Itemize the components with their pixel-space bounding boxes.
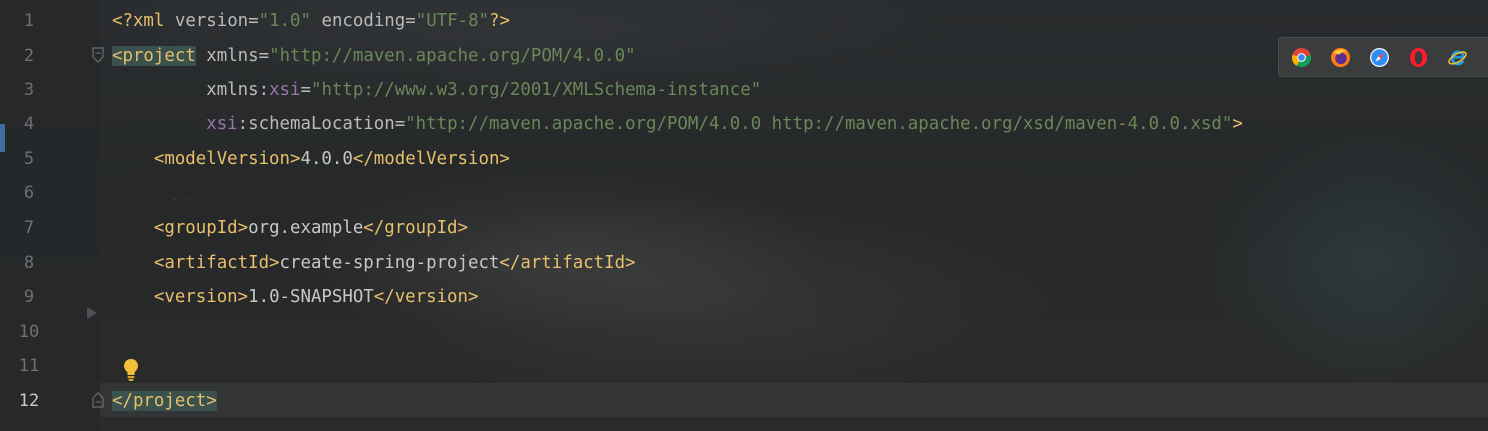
project-close-tag: </project> <box>112 391 217 411</box>
close-tag: </version> <box>373 287 479 307</box>
open-tag: <version> <box>153 287 249 307</box>
equals: = <box>248 11 259 31</box>
open-tag: <groupId> <box>153 218 249 238</box>
attr-name: xmlns <box>206 46 259 66</box>
xml-pi-open: <?xml <box>112 11 165 31</box>
line-number-gutter[interactable]: 1 2 3 4 5 6 7 8 9 10 11 12 <box>0 0 100 431</box>
tag-text: 4.0.0 <box>300 149 353 169</box>
code-line-1[interactable]: <?xml version="1.0" encoding="UTF-8"?> <box>112 4 510 38</box>
line-number: 7 <box>23 218 35 238</box>
whitespace-dots: · · <box>172 195 191 206</box>
equals: = <box>394 114 406 134</box>
lightbulb-icon[interactable] <box>121 357 141 383</box>
internet-explorer-icon[interactable] <box>1447 47 1468 68</box>
equals: = <box>405 11 416 31</box>
line-number: 4 <box>23 114 35 134</box>
line-number: 11 <box>18 356 40 376</box>
equals: = <box>300 80 311 100</box>
project-open-tag: <project <box>112 46 196 66</box>
attr-name: :schemaLocation <box>237 114 395 134</box>
fold-close-icon[interactable] <box>92 392 104 408</box>
attr-name: version <box>174 11 249 31</box>
close-tag: </groupId> <box>363 218 468 238</box>
code-line-12[interactable]: </project> <box>112 384 217 418</box>
code-line-4[interactable]: xsi:schemaLocation="http://maven.apache.… <box>112 107 1243 141</box>
attr-value: "http://maven.apache.org/POM/4.0.0" <box>269 46 636 66</box>
code-line-7[interactable]: <groupId>org.example</groupId> <box>112 211 468 245</box>
safari-icon[interactable] <box>1369 47 1390 68</box>
attr-value: "http://www.w3.org/2001/XMLSchema-instan… <box>310 80 762 100</box>
line-number: 3 <box>23 80 35 100</box>
line-number: 6 <box>23 183 35 203</box>
opera-icon[interactable] <box>1408 47 1429 68</box>
firefox-icon[interactable] <box>1330 47 1351 68</box>
active-line-number: 12 <box>18 391 40 411</box>
fold-open-icon[interactable] <box>92 47 104 63</box>
open-tag: <modelVersion> <box>153 149 301 169</box>
close-tag: </modelVersion> <box>352 149 510 169</box>
line-number: 2 <box>23 46 35 66</box>
line-number: 10 <box>18 322 40 342</box>
breakpoint-arrow-icon <box>87 307 97 319</box>
browser-preview-bar <box>1278 37 1488 77</box>
tag-text: create-spring-project <box>279 253 500 273</box>
tag-close-bracket: > <box>1232 114 1243 134</box>
code-line-8[interactable]: <artifactId>create-spring-project</artif… <box>112 246 636 280</box>
attr-value: "1.0" <box>258 11 311 31</box>
line-number: 5 <box>23 149 35 169</box>
current-line-highlight <box>100 383 1488 417</box>
code-line-9[interactable]: <version>1.0-SNAPSHOT</version> <box>112 280 479 314</box>
attr-prefix: xmlns: <box>206 80 270 100</box>
code-line-3[interactable]: xmlns:xsi="http://www.w3.org/2001/XMLSch… <box>112 73 761 107</box>
namespace-name: xsi <box>206 114 238 134</box>
attr-value: "UTF-8" <box>415 11 490 31</box>
chrome-icon[interactable] <box>1291 47 1312 68</box>
close-tag: </artifactId> <box>499 253 636 273</box>
code-editor[interactable]: 1 2 3 4 5 6 7 8 9 10 11 12 <?xml version… <box>0 0 1488 431</box>
line-number: 9 <box>23 287 35 307</box>
attr-name: encoding <box>321 11 406 31</box>
tag-text: 1.0-SNAPSHOT <box>248 287 374 307</box>
code-line-5[interactable]: <modelVersion>4.0.0</modelVersion> <box>112 142 510 176</box>
tag-text: org.example <box>248 218 364 238</box>
line-number: 8 <box>23 253 35 273</box>
equals: = <box>258 46 270 66</box>
xml-pi-close: ?> <box>489 11 510 31</box>
attr-value: "http://maven.apache.org/POM/4.0.0 http:… <box>405 114 1233 134</box>
line-number: 1 <box>23 11 35 31</box>
namespace-name: xsi <box>269 80 301 100</box>
open-tag: <artifactId> <box>153 253 280 273</box>
code-line-2[interactable]: <project xmlns="http://maven.apache.org/… <box>112 39 636 73</box>
